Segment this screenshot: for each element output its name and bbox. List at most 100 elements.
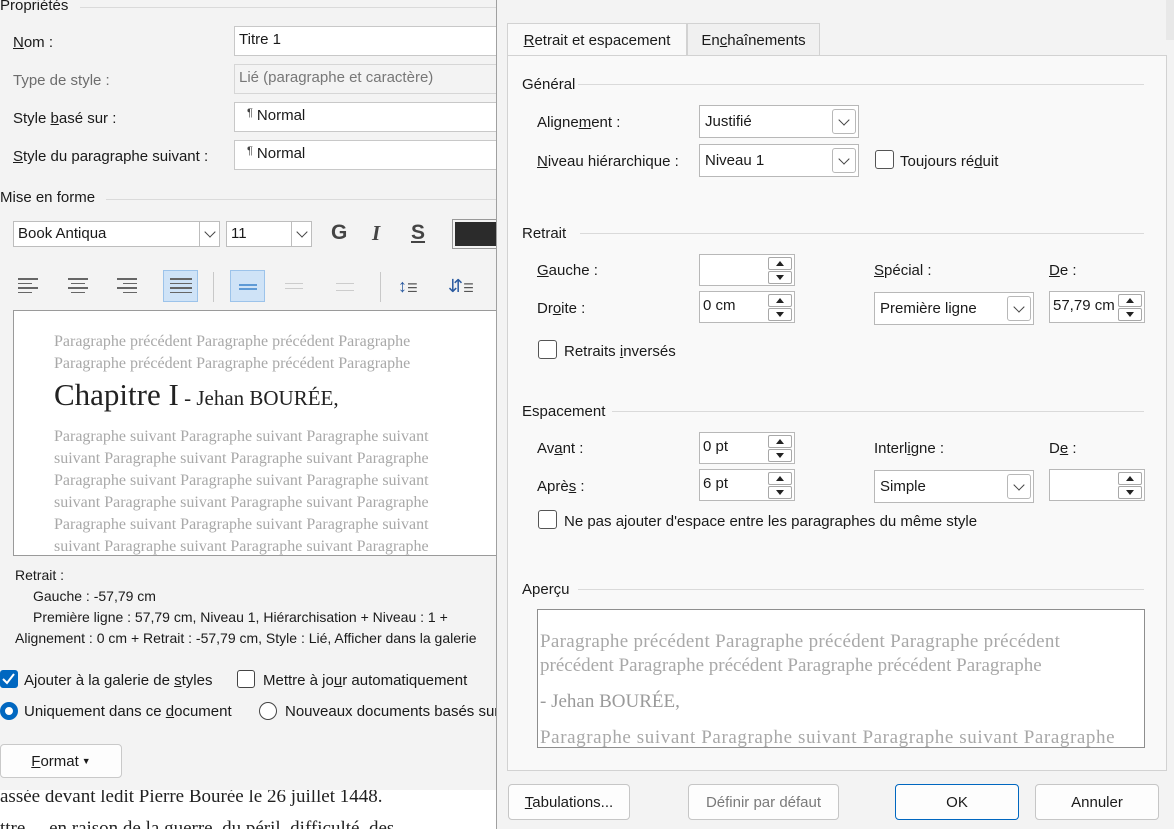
spin-up-icon[interactable]: [1118, 294, 1142, 307]
preview-next-line: Paragraphe suivant Paragraphe suivant Pa…: [54, 472, 429, 489]
name-label: Nom :: [13, 34, 54, 51]
spin-up-icon[interactable]: [768, 294, 792, 307]
line-spacing-select[interactable]: Simple: [874, 470, 1034, 503]
style-description: Retrait : Gauche : -57,79 cm Première li…: [13, 565, 503, 653]
preview-line: précédent Paragraphe précédent Paragraph…: [540, 655, 1042, 676]
preview-next-line: suivant Paragraphe suivant Paragraphe su…: [54, 494, 429, 511]
style-type-select: Lié (paragraphe et caractère): [234, 64, 500, 94]
pilcrow-icon: ¶: [247, 107, 253, 119]
separator: [380, 272, 381, 302]
spin-down-icon[interactable]: [1118, 308, 1142, 321]
tab-indents-spacing[interactable]: Retrait et espacement: [507, 23, 687, 57]
only-document-label: Uniquement dans ce document: [24, 703, 232, 720]
preview-next-line: suivant Paragraphe suivant Paragraphe su…: [54, 538, 429, 555]
add-to-gallery-label: Ajouter à la galerie de styles: [24, 672, 213, 689]
bold-button[interactable]: G: [331, 221, 347, 245]
alignment-select[interactable]: Justifié: [699, 105, 859, 138]
align-center-icon[interactable]: [68, 278, 90, 296]
single-spacing-icon[interactable]: [230, 270, 265, 302]
new-documents-radio[interactable]: [259, 702, 277, 720]
alignment-label: Alignement :: [537, 114, 621, 131]
spin-down-icon[interactable]: [1118, 486, 1142, 499]
line-spacing-at-label: De :: [1049, 440, 1077, 457]
collapsed-default-checkbox[interactable]: [875, 150, 894, 169]
mirror-indents-checkbox[interactable]: [538, 340, 557, 359]
document-line: ttre..., en raison de la guerre, du péri…: [0, 818, 395, 829]
description-line: Gauche : -57,79 cm: [33, 588, 156, 604]
general-section-title: Général: [522, 76, 576, 93]
align-left-icon[interactable]: [18, 278, 40, 296]
align-justify-icon[interactable]: [163, 270, 198, 302]
preview-heading-small: - Jehan BOURÉE,: [178, 386, 339, 410]
preview-previous-line: Paragraphe précédent Paragraphe précéden…: [54, 333, 411, 350]
no-space-same-style-checkbox[interactable]: [538, 510, 557, 529]
spacing-after-input[interactable]: 6 pt: [699, 469, 795, 501]
outline-level-label: Niveau hiérarchique :: [537, 153, 679, 170]
only-document-radio[interactable]: [0, 702, 18, 720]
spin-up-icon[interactable]: [1118, 472, 1142, 485]
add-to-gallery-checkbox[interactable]: [0, 670, 18, 688]
tabs-button[interactable]: Tabulations...: [508, 784, 630, 820]
spacing-before-input[interactable]: 0 pt: [699, 432, 795, 464]
preview-line: Paragraphe suivant Paragraphe suivant Pa…: [540, 727, 1116, 748]
font-size-select[interactable]: 11: [226, 221, 312, 247]
format-menu-button[interactable]: Format ▼: [0, 744, 122, 778]
modify-style-dialog: Propriétés Nom : Titre 1 Type de style :…: [0, 0, 503, 790]
new-documents-label: Nouveaux documents basés sur ce modèle: [285, 703, 500, 720]
indent-left-label: Gauche :: [537, 262, 598, 279]
spin-up-icon[interactable]: [768, 435, 792, 448]
next-style-select[interactable]: ¶ Normal: [234, 140, 500, 170]
mirror-indents-label: Retraits inversés: [564, 343, 676, 360]
underline-button[interactable]: S: [411, 221, 425, 245]
outline-level-select[interactable]: Niveau 1: [699, 144, 859, 177]
tab-line-page-breaks[interactable]: Enchaînements: [687, 23, 820, 56]
spin-down-icon[interactable]: [768, 271, 792, 284]
based-on-value: Normal: [256, 107, 306, 124]
separator: [213, 272, 214, 302]
properties-title: Propriétés: [0, 0, 69, 14]
preview-section-title: Aperçu: [522, 581, 570, 598]
auto-update-checkbox[interactable]: [237, 670, 255, 688]
format-title: Mise en forme: [0, 189, 96, 206]
font-color-button[interactable]: [452, 219, 500, 249]
set-default-button[interactable]: Définir par défaut: [688, 784, 839, 820]
format-button-label: Format: [31, 752, 79, 770]
indent-section-title: Retrait: [522, 225, 567, 242]
increase-spacing-icon[interactable]: ↕☰: [398, 273, 426, 299]
line-spacing-value: Simple: [880, 478, 926, 495]
indent-right-input[interactable]: 0 cm: [699, 291, 795, 323]
indent-by-input[interactable]: 57,79 cm: [1049, 291, 1145, 323]
special-select[interactable]: Première ligne: [874, 292, 1034, 325]
align-right-icon[interactable]: [117, 278, 139, 296]
style-name-input[interactable]: Titre 1: [234, 26, 500, 56]
next-style-value: Normal: [256, 145, 306, 162]
spin-up-icon[interactable]: [768, 472, 792, 485]
spin-up-icon[interactable]: [768, 257, 792, 270]
preview-divider: [578, 589, 1144, 590]
preview-next-line: Paragraphe suivant Paragraphe suivant Pa…: [54, 428, 429, 445]
based-on-select[interactable]: ¶ Normal: [234, 102, 500, 132]
check-icon: [2, 673, 15, 685]
ok-button[interactable]: OK: [895, 784, 1019, 820]
cancel-button[interactable]: Annuler: [1035, 784, 1159, 820]
justify-lines: [170, 278, 192, 296]
spin-down-icon[interactable]: [768, 486, 792, 499]
style-type-label: Type de style :: [13, 72, 110, 89]
decrease-spacing-icon[interactable]: ⇵☰: [448, 273, 476, 299]
tabs-button-label: Tabulations...: [524, 793, 614, 811]
spin-down-icon[interactable]: [768, 308, 792, 321]
indent-left-input[interactable]: [699, 254, 795, 286]
double-spacing-icon[interactable]: [336, 283, 354, 291]
next-style-label: Style du paragraphe suivant :: [13, 148, 209, 165]
onehalf-spacing-icon[interactable]: [285, 283, 303, 289]
preview-heading: Chapitre I - Jehan BOURÉE,: [54, 377, 339, 413]
chevron-down-icon: [1007, 296, 1031, 321]
line-spacing-at-input[interactable]: [1049, 469, 1145, 501]
font-select[interactable]: Book Antiqua: [13, 221, 220, 247]
preview-previous-line: Paragraphe précédent Paragraphe précéden…: [54, 355, 411, 372]
based-on-label: Style basé sur :: [13, 110, 117, 127]
spin-down-icon[interactable]: [768, 449, 792, 462]
font-value: Book Antiqua: [18, 225, 107, 242]
italic-button[interactable]: I: [372, 221, 380, 246]
spacing-after-value: 6 pt: [703, 475, 729, 492]
